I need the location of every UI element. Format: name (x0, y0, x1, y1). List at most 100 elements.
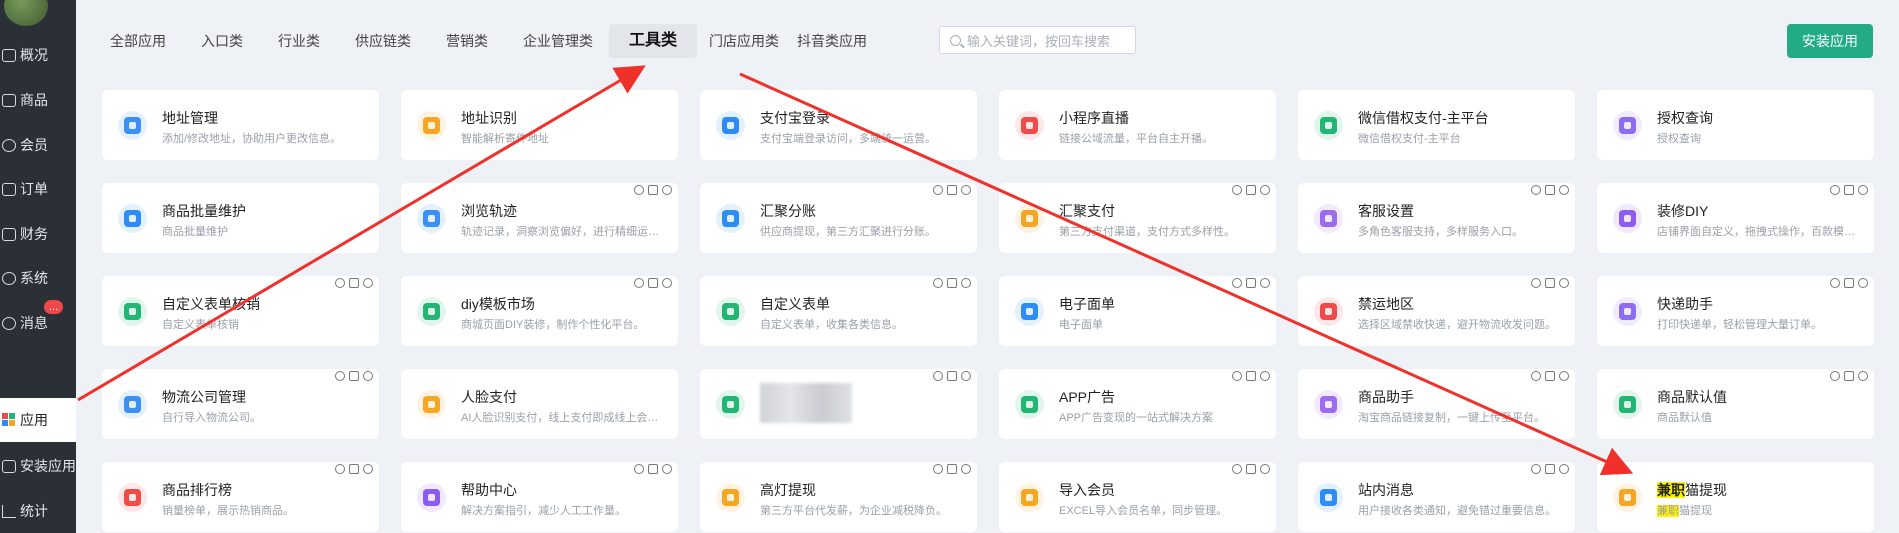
print-icon[interactable] (648, 185, 658, 195)
refresh-icon[interactable] (933, 278, 943, 288)
app-card[interactable]: 站内消息 用户接收各类通知，避免错过重要信息。 (1298, 462, 1575, 532)
sidebar-item-install-apps[interactable]: 安装应用 (0, 444, 76, 488)
app-card[interactable] (700, 369, 977, 439)
link-icon[interactable] (961, 464, 971, 474)
app-card[interactable]: 商品助手 淘宝商品链接复制，一键上传至平台。 (1298, 369, 1575, 439)
app-card[interactable]: 商品批量维护 商品批量维护 (102, 183, 379, 253)
refresh-icon[interactable] (933, 464, 943, 474)
app-card[interactable]: 人脸支付 AI人脸识别支付，线上支付即成线上会员。 (401, 369, 678, 439)
install-app-button[interactable]: 安装应用 (1787, 24, 1873, 58)
print-icon[interactable] (947, 185, 957, 195)
print-icon[interactable] (947, 278, 957, 288)
app-card[interactable]: 授权查询 授权查询 (1597, 90, 1874, 160)
print-icon[interactable] (1844, 371, 1854, 381)
app-card[interactable]: 商品默认值 商品默认值 (1597, 369, 1874, 439)
link-icon[interactable] (662, 464, 672, 474)
link-icon[interactable] (1260, 371, 1270, 381)
sidebar-item-members[interactable]: 会员 (0, 123, 76, 167)
refresh-icon[interactable] (1830, 371, 1840, 381)
link-icon[interactable] (1559, 464, 1569, 474)
app-card[interactable]: APP广告 APP广告变现的一站式解决方案 (999, 369, 1276, 439)
refresh-icon[interactable] (933, 185, 943, 195)
refresh-icon[interactable] (335, 278, 345, 288)
app-card[interactable]: 地址管理 添加/修改地址，协助用户更改信息。 (102, 90, 379, 160)
refresh-icon[interactable] (1830, 278, 1840, 288)
print-icon[interactable] (1545, 371, 1555, 381)
print-icon[interactable] (1545, 278, 1555, 288)
print-icon[interactable] (349, 464, 359, 474)
app-card[interactable]: 支付宝登录 支付宝端登录访问，多端统一运营。 (700, 90, 977, 160)
avatar[interactable] (4, 0, 48, 26)
refresh-icon[interactable] (1232, 185, 1242, 195)
link-icon[interactable] (363, 371, 373, 381)
app-card[interactable]: 微信借权支付-主平台 微信借权支付-主平台 (1298, 90, 1575, 160)
app-card[interactable]: diy模板市场 商城页面DIY装修，制作个性化平台。 (401, 276, 678, 346)
tab-store[interactable]: 门店应用类 (703, 24, 779, 58)
app-card[interactable]: 浏览轨迹 轨迹记录，洞察浏览偏好，进行精细运营。 (401, 183, 678, 253)
app-card[interactable]: 汇聚支付 第三方支付渠道，支付方式多样性。 (999, 183, 1276, 253)
refresh-icon[interactable] (1232, 464, 1242, 474)
print-icon[interactable] (648, 464, 658, 474)
app-card[interactable]: 兼职猫提现 兼职猫提现 (1597, 462, 1874, 532)
link-icon[interactable] (1260, 278, 1270, 288)
tab-all[interactable]: 全部应用 (100, 24, 176, 58)
app-card[interactable]: 帮助中心 解决方案指引，减少人工工作量。 (401, 462, 678, 532)
refresh-icon[interactable] (1232, 371, 1242, 381)
tab-douyin[interactable]: 抖音类应用 (787, 24, 877, 58)
tab-entry[interactable]: 入口类 (191, 24, 253, 58)
refresh-icon[interactable] (1531, 278, 1541, 288)
refresh-icon[interactable] (933, 371, 943, 381)
app-card[interactable]: 装修DIY 店铺界面自定义，拖拽式操作，百款模版… (1597, 183, 1874, 253)
search-input[interactable]: 输入关键词，按回车搜索 (939, 26, 1136, 54)
print-icon[interactable] (349, 278, 359, 288)
print-icon[interactable] (1246, 464, 1256, 474)
app-card[interactable]: 自定义表单 自定义表单，收集各类信息。 (700, 276, 977, 346)
link-icon[interactable] (1260, 464, 1270, 474)
link-icon[interactable] (1559, 371, 1569, 381)
app-card[interactable]: 小程序直播 链接公域流量，平台自主开播。 (999, 90, 1276, 160)
print-icon[interactable] (349, 371, 359, 381)
refresh-icon[interactable] (1830, 185, 1840, 195)
app-card[interactable]: 高灯提现 第三方平台代发薪，为企业减税降负。 (700, 462, 977, 532)
app-card[interactable]: 客服设置 多角色客服支持，多样服务入口。 (1298, 183, 1575, 253)
refresh-icon[interactable] (1232, 278, 1242, 288)
sidebar-item-system[interactable]: 系统 (0, 256, 76, 300)
print-icon[interactable] (648, 278, 658, 288)
link-icon[interactable] (961, 278, 971, 288)
sidebar-item-orders[interactable]: 订单 (0, 167, 76, 211)
print-icon[interactable] (1545, 464, 1555, 474)
refresh-icon[interactable] (634, 464, 644, 474)
app-card[interactable]: 电子面单 电子面单 (999, 276, 1276, 346)
tab-enterprise[interactable]: 企业管理类 (513, 24, 603, 58)
app-card[interactable]: 汇聚分账 供应商提现，第三方汇聚进行分账。 (700, 183, 977, 253)
tab-marketing[interactable]: 营销类 (436, 24, 498, 58)
refresh-icon[interactable] (335, 464, 345, 474)
refresh-icon[interactable] (1531, 185, 1541, 195)
refresh-icon[interactable] (634, 185, 644, 195)
link-icon[interactable] (363, 278, 373, 288)
tab-tools[interactable]: 工具类 (609, 24, 698, 58)
app-card[interactable]: 禁运地区 选择区域禁收快递，避开物流收发问题。 (1298, 276, 1575, 346)
print-icon[interactable] (1246, 185, 1256, 195)
link-icon[interactable] (1858, 278, 1868, 288)
refresh-icon[interactable] (634, 278, 644, 288)
refresh-icon[interactable] (1531, 464, 1541, 474)
print-icon[interactable] (1246, 278, 1256, 288)
print-icon[interactable] (947, 464, 957, 474)
print-icon[interactable] (1545, 185, 1555, 195)
link-icon[interactable] (961, 371, 971, 381)
sidebar-item-stats[interactable]: 统计 (0, 489, 76, 533)
link-icon[interactable] (1260, 185, 1270, 195)
link-icon[interactable] (662, 278, 672, 288)
app-card[interactable]: 快递助手 打印快递单，轻松管理大量订单。 (1597, 276, 1874, 346)
link-icon[interactable] (662, 185, 672, 195)
link-icon[interactable] (1559, 185, 1569, 195)
tab-supply-chain[interactable]: 供应链类 (345, 24, 421, 58)
app-card[interactable]: 物流公司管理 自行导入物流公司。 (102, 369, 379, 439)
print-icon[interactable] (1844, 185, 1854, 195)
refresh-icon[interactable] (1531, 371, 1541, 381)
sidebar-item-messages[interactable]: 消息 (0, 301, 76, 345)
link-icon[interactable] (961, 185, 971, 195)
app-card[interactable]: 自定义表单核销 自定义表单核销 (102, 276, 379, 346)
link-icon[interactable] (363, 464, 373, 474)
